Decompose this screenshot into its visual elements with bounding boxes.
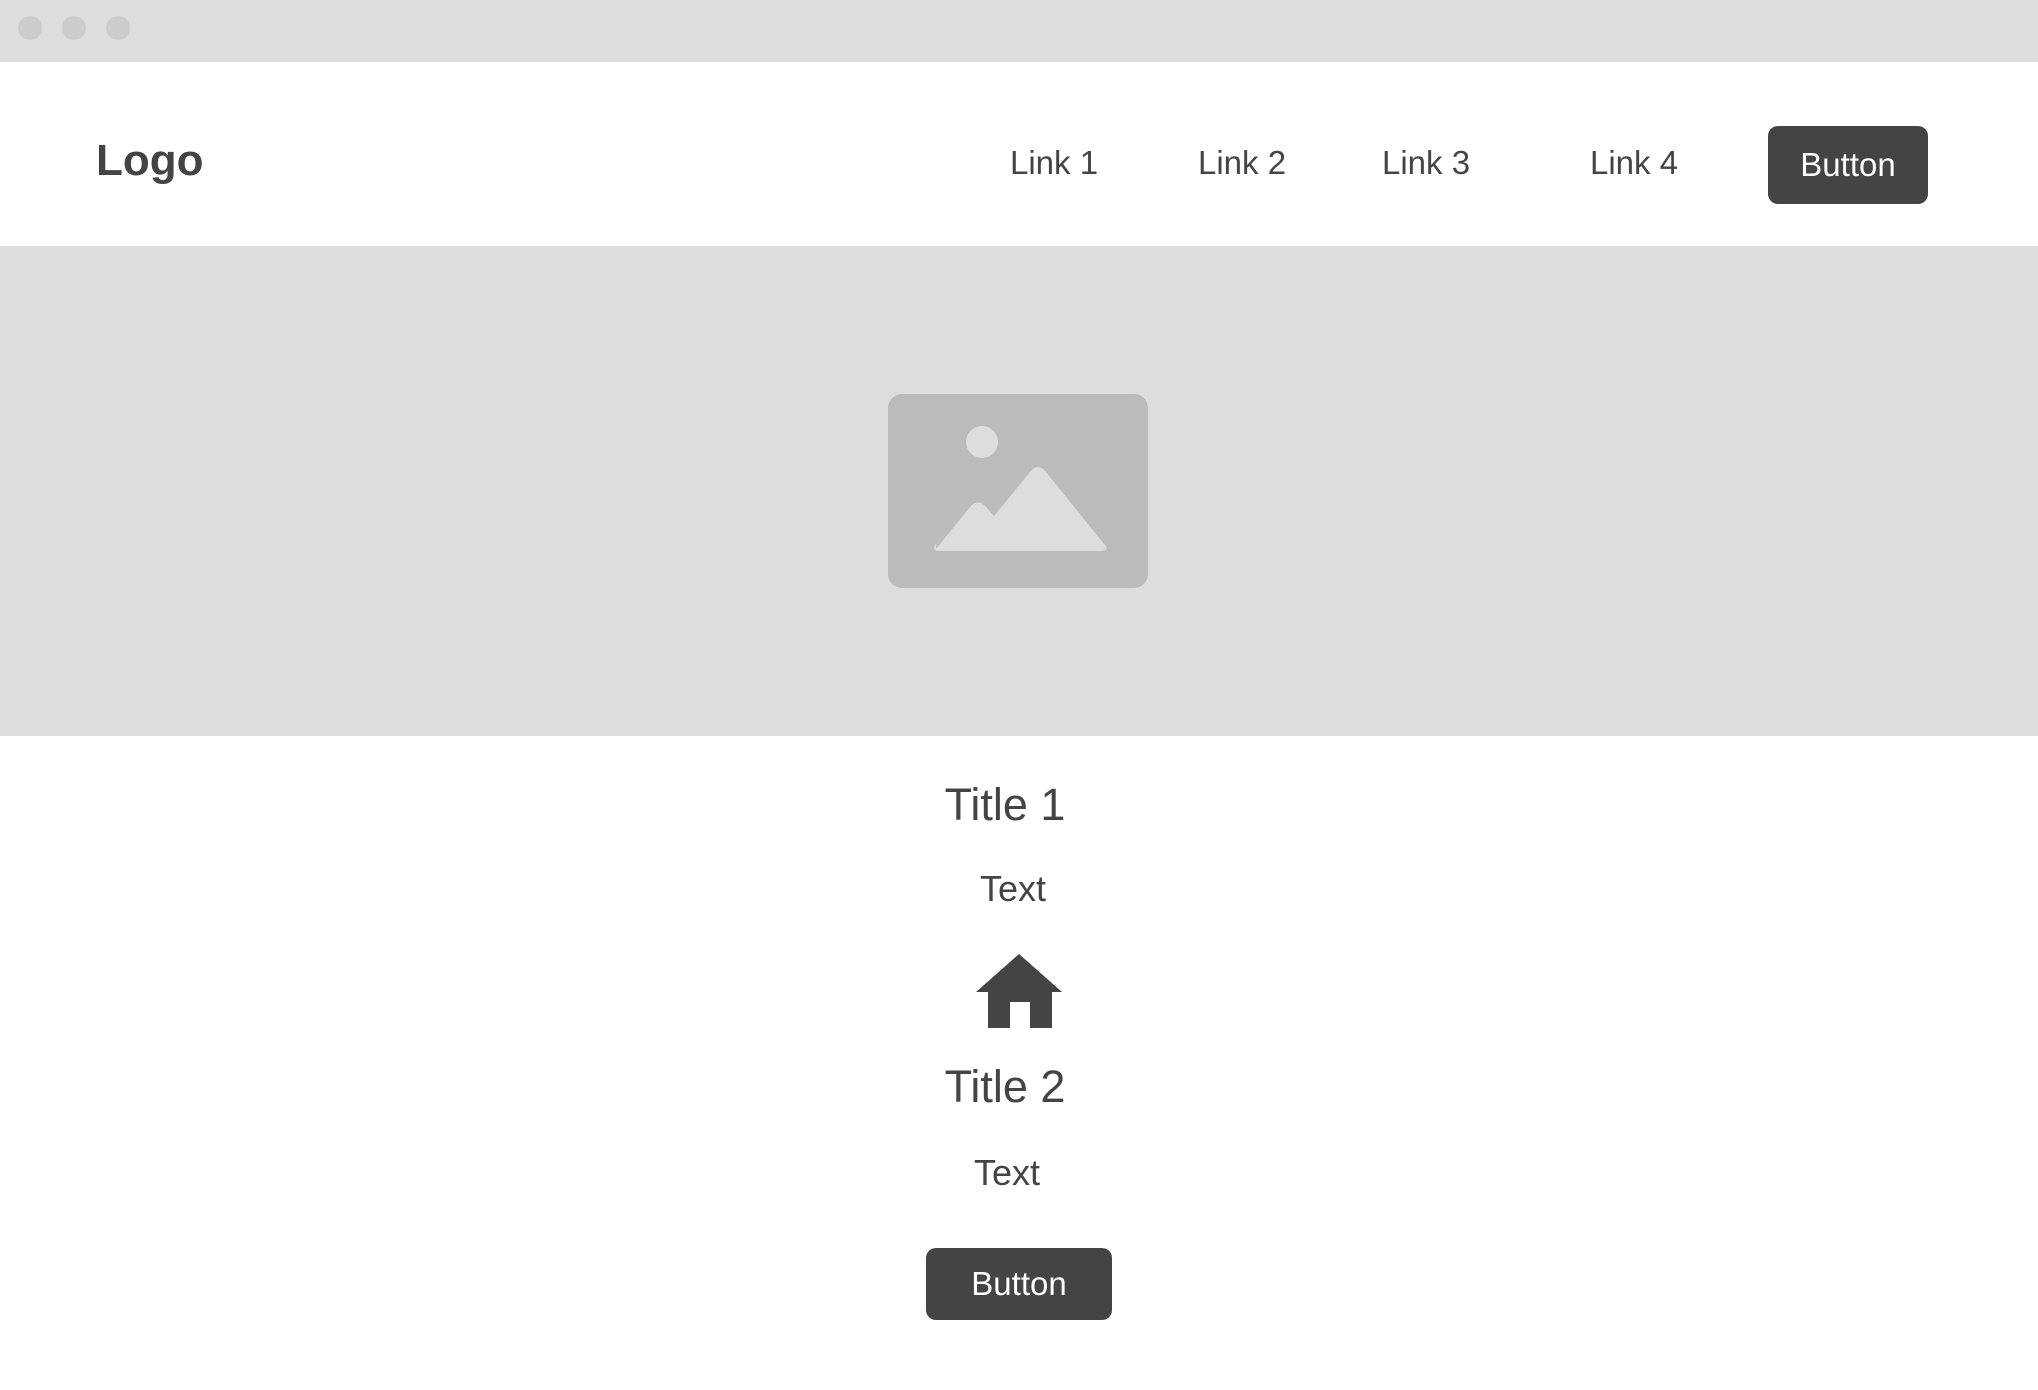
nav-link-3[interactable]: Link 3 <box>1382 146 1470 179</box>
hero-banner <box>0 246 2038 736</box>
content-button[interactable]: Button <box>926 1248 1112 1320</box>
section-title-1: Title 1 <box>944 779 1066 830</box>
site-header: Logo Link 1 Link 2 Link 3 Link 4 Button <box>0 62 2038 246</box>
window-title-bar <box>0 0 2038 62</box>
section-text-2: Text <box>973 1152 1041 1193</box>
logo[interactable]: Logo <box>96 139 204 183</box>
section-title-2: Title 2 <box>944 1061 1066 1112</box>
home-icon <box>976 954 1062 1028</box>
image-placeholder-icon <box>888 394 1148 588</box>
nav-link-1[interactable]: Link 1 <box>1010 146 1098 179</box>
nav-link-2[interactable]: Link 2 <box>1198 146 1286 179</box>
header-button[interactable]: Button <box>1768 126 1928 204</box>
nav-link-4[interactable]: Link 4 <box>1590 146 1678 179</box>
window-close-dot[interactable] <box>18 16 42 40</box>
window-maximize-dot[interactable] <box>106 16 130 40</box>
window-minimize-dot[interactable] <box>62 16 86 40</box>
section-text-1: Text <box>979 868 1047 909</box>
